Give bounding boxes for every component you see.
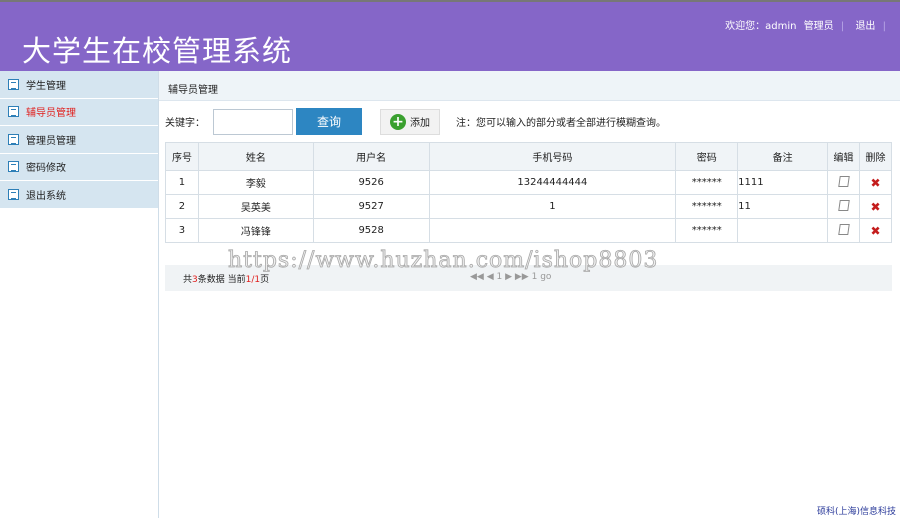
phone-cell: 13244444444 xyxy=(428,170,677,195)
keyword-input[interactable] xyxy=(213,108,293,135)
sidebar-item-password[interactable]: 密码修改 xyxy=(0,153,158,181)
sidebar-item-counselors[interactable]: 辅导员管理 xyxy=(0,98,158,126)
sidebar-item-admins[interactable]: 管理员管理 xyxy=(0,126,158,154)
main-content: 辅导员管理 关键字： 查询 + 添加 注：您可以输入的部分或者全部进行模糊查询。 … xyxy=(159,71,900,518)
page-nav[interactable]: ◀◀ ◀ 1 ▶ ▶▶ 1 go xyxy=(470,272,551,282)
search-button[interactable]: 查询 xyxy=(296,108,362,135)
pager-text: 共 xyxy=(183,275,193,285)
welcome-text: 欢迎您：admin xyxy=(725,21,797,32)
role-text: 管理员 xyxy=(803,21,834,32)
password-cell: ****** xyxy=(675,218,739,243)
divider: | xyxy=(882,21,886,32)
keyword-label: 关键字： xyxy=(165,118,205,129)
edit-icon[interactable] xyxy=(837,223,850,235)
search-note: 注：您可以输入的部分或者全部进行模糊查询。 xyxy=(456,118,666,129)
delete-icon[interactable]: ✖ xyxy=(870,224,880,238)
table-row: 1 李毅 9526 13244444444 ****** 1111 ✖ xyxy=(165,170,892,195)
sidebar-item-label: 学生管理 xyxy=(26,80,66,92)
username-cell: 9527 xyxy=(312,194,430,219)
edit-cell xyxy=(827,194,860,219)
page-input[interactable]: 1 xyxy=(532,272,538,282)
add-label: 添加 xyxy=(410,118,430,129)
table-header: 序号 姓名 用户名 手机号码 密码 备注 编辑 删除 xyxy=(165,142,892,171)
remark-cell: 1111 xyxy=(737,170,829,195)
phone-cell xyxy=(428,218,677,243)
logout-link[interactable]: 退出 xyxy=(855,21,875,32)
table-row: 2 吴英美 9527 1 ****** 11 ✖ xyxy=(165,194,892,219)
remark-cell xyxy=(737,218,829,243)
edit-icon[interactable] xyxy=(837,199,850,211)
username-cell: 9526 xyxy=(312,170,430,195)
go-button[interactable]: go xyxy=(540,272,551,282)
sidebar: 学生管理 辅导员管理 管理员管理 密码修改 退出系统 xyxy=(0,71,159,518)
sidebar-item-label: 管理员管理 xyxy=(26,135,76,147)
sidebar-item-label: 密码修改 xyxy=(26,163,66,175)
row-number: 1 xyxy=(165,170,199,195)
name-cell: 吴英美 xyxy=(197,194,314,219)
row-number: 3 xyxy=(165,218,199,243)
search-toolbar: 关键字： 查询 + 添加 注：您可以输入的部分或者全部进行模糊查询。 xyxy=(165,108,666,135)
edit-cell xyxy=(827,218,860,243)
edit-icon[interactable] xyxy=(837,175,850,187)
name-cell: 李毅 xyxy=(197,170,314,195)
column-header: 编辑 xyxy=(827,142,860,171)
plus-icon: + xyxy=(390,113,406,130)
column-header: 手机号码 xyxy=(428,142,677,171)
phone-cell: 1 xyxy=(428,194,677,219)
password-cell: ****** xyxy=(675,194,739,219)
column-header: 序号 xyxy=(165,142,199,171)
column-header: 备注 xyxy=(737,142,829,171)
list-icon xyxy=(8,133,19,145)
column-header: 姓名 xyxy=(197,142,314,171)
user-bar: 欢迎您：admin 管理员 | 退出 | xyxy=(721,17,890,32)
pager-text: 条数据 当前 xyxy=(197,275,246,285)
name-cell: 冯锋锋 xyxy=(197,218,314,243)
username-cell: 9528 xyxy=(312,218,430,243)
password-cell: ****** xyxy=(675,170,739,195)
add-button[interactable]: + 添加 xyxy=(380,108,440,135)
header: 大学生在校管理系统 欢迎您：admin 管理员 | 退出 | xyxy=(0,0,900,71)
footer-text: 硕科(上海)信息科技 xyxy=(816,507,896,517)
page-nav-arrows[interactable]: ◀◀ ◀ 1 ▶ ▶▶ xyxy=(470,272,529,282)
table-row: 3 冯锋锋 9528 ****** ✖ xyxy=(165,218,892,243)
list-icon xyxy=(8,78,19,90)
column-header: 用户名 xyxy=(312,142,430,171)
delete-cell: ✖ xyxy=(859,170,892,195)
sidebar-item-exit[interactable]: 退出系统 xyxy=(0,181,158,209)
counselor-table: 序号 姓名 用户名 手机号码 密码 备注 编辑 删除 1 李毅 9526 132444… xyxy=(165,142,892,243)
sidebar-item-label: 辅导员管理 xyxy=(26,108,76,120)
list-icon xyxy=(8,161,19,173)
list-icon xyxy=(8,106,19,118)
edit-cell xyxy=(827,170,860,195)
delete-cell: ✖ xyxy=(859,218,892,243)
app-title: 大学生在校管理系统 xyxy=(22,34,293,68)
delete-cell: ✖ xyxy=(859,194,892,219)
column-header: 删除 xyxy=(859,142,892,171)
page-indicator: 1/1 xyxy=(245,275,261,285)
pager-text: 页 xyxy=(260,275,270,285)
column-header: 密码 xyxy=(675,142,739,171)
delete-icon[interactable]: ✖ xyxy=(870,176,880,190)
sidebar-item-students[interactable]: 学生管理 xyxy=(0,71,158,99)
row-number: 2 xyxy=(165,194,199,219)
sidebar-item-label: 退出系统 xyxy=(26,190,66,202)
divider: | xyxy=(840,21,845,32)
delete-icon[interactable]: ✖ xyxy=(870,200,880,214)
watermark: https://www.huzhan.com/ishop8803 xyxy=(228,248,659,274)
breadcrumb: 辅导员管理 xyxy=(159,71,900,101)
remark-cell: 11 xyxy=(737,194,829,219)
list-icon xyxy=(8,188,19,200)
